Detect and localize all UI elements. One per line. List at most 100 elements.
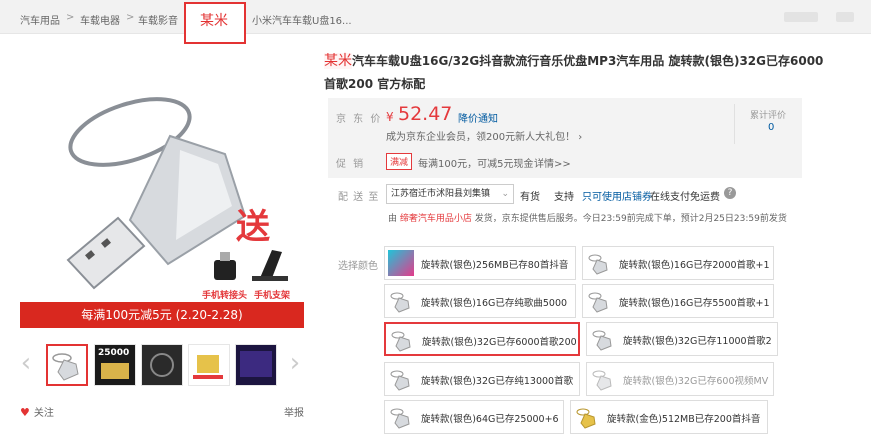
thumb-usb-icon — [52, 353, 79, 381]
promotion-tag: 满减 — [386, 153, 413, 170]
main-product-image[interactable]: 送 手机转接头 手机支架 — [20, 46, 304, 328]
usb-icon — [588, 254, 608, 275]
breadcrumb-brand: 某米 — [200, 13, 228, 29]
promotion-text: 每满100元，可减5元现金 — [418, 159, 534, 170]
seller-info: 由 缔奢汽车用品小店 发货，京东提供售后服务。今日23:59前完成下单，预计2月… — [388, 211, 787, 224]
color-option[interactable]: 旋转款(银色)64G已存25000+6 — [384, 400, 564, 434]
review-label: 累计评价 — [750, 111, 787, 121]
breadcrumb-product-name: 小米汽车车载U盘16... — [252, 16, 352, 27]
usb-icon — [390, 292, 410, 313]
heart-icon: ♥ — [20, 406, 30, 419]
option-text: 旋转款(银色)32G已存600视频MV — [623, 376, 769, 387]
chevron-down-icon: ⌄ — [501, 189, 509, 199]
promo-banner: 每满100元减5元 (2.20-2.28) — [20, 302, 304, 328]
question-icon[interactable]: ? — [724, 187, 736, 199]
color-option[interactable]: 旋转款(银色)16G已存2000首歌+1 — [582, 246, 774, 280]
usb-icon — [390, 370, 410, 391]
phone-stand-base — [252, 276, 288, 281]
store-coupon-link[interactable]: 只可使用店铺券 — [582, 188, 652, 203]
seller-prefix: 由 — [388, 214, 398, 224]
option-text: 旋转款(银色)32G已存纯13000首歌 — [421, 376, 574, 387]
color-option-unavailable[interactable]: 旋转款(银色)32G已存600视频MV — [586, 362, 774, 396]
follow-label: 关注 — [33, 408, 54, 419]
color-option-selected[interactable]: 旋转款(银色)32G已存6000首歌200 — [384, 322, 580, 356]
accessory-label-stand: 手机支架 — [254, 289, 290, 301]
breadcrumb: 汽车用品 > 车载电器 > 车载影音 > 小米汽车车载U盘16... — [0, 0, 871, 34]
breadcrumb-item-car-electronics[interactable]: 车载电器 — [80, 12, 120, 27]
price-panel: 京 东 价 ¥ 52.47 降价通知 成为京东企业会员，领200元新人大礼包！ … — [328, 98, 802, 178]
option-text: 旋转款(银色)32G已存11000首歌2 — [623, 336, 772, 347]
price-currency: ¥ — [386, 110, 394, 124]
seller-text: 发货，京东提供售后服务。今日23:59前完成下单，预计2月25日23:59前发货 — [474, 214, 787, 224]
option-text: 旋转款(银色)16G已存5500首歌+1 — [619, 298, 770, 309]
usb-icon — [588, 292, 608, 313]
color-option[interactable]: 旋转款(银色)32G已存纯13000首歌 — [384, 362, 580, 396]
stock-status: 有货 — [520, 192, 540, 203]
shipping-row: 配 送 至 江苏宿迁市沭阳县刘集镇 ⌄ 有货 支持 只可使用店铺券 在线支付免运… — [336, 184, 806, 207]
breadcrumb-item-car-supplies[interactable]: 汽车用品 — [20, 12, 60, 27]
thumb-label: 25000 — [98, 348, 130, 358]
usb-icon — [592, 330, 612, 351]
color-option[interactable]: 旋转款(银色)256MB已存80首抖音 — [384, 246, 576, 280]
breadcrumb-separator: > — [126, 12, 135, 23]
option-text: 旋转款(银色)64G已存25000+6 — [421, 414, 559, 425]
seller-store-link[interactable]: 缔奢汽车用品小店 — [400, 214, 472, 224]
price-label: 京 东 价 — [336, 114, 383, 125]
color-option-label: 选择颜色 — [338, 261, 378, 272]
promotion-label: 促 销 — [336, 159, 366, 170]
divider — [734, 104, 735, 144]
enterprise-member-promo[interactable]: 成为京东企业会员，领200元新人大礼包！ › — [386, 128, 582, 143]
review-count[interactable]: 0 — [768, 122, 774, 133]
gallery-next-arrow[interactable]: › — [287, 348, 303, 380]
product-title: 某米汽车车载U盘16G/32G抖音款流行音乐优盘MP3汽车用品 旋转款(银色)3… — [324, 50, 824, 96]
phone-stand-icon — [260, 250, 282, 278]
usb-drive-illustration: 送 手机转接头 手机支架 — [66, 97, 290, 301]
color-option[interactable]: 旋转款(银色)32G已存11000首歌2 — [586, 322, 778, 356]
option-text: 旋转款(银色)256MB已存80首抖音 — [421, 260, 569, 271]
thumb-gold-usb — [197, 355, 219, 373]
product-title-text: 汽车车载U盘16G/32G抖音款流行音乐优盘MP3汽车用品 旋转款(银色)32G… — [324, 54, 824, 91]
gallery-thumb-4[interactable] — [188, 344, 230, 386]
product-title-brand: 某米 — [324, 53, 352, 69]
option-text: 旋转款(银色)32G已存6000首歌200 — [422, 337, 577, 348]
thumb-red-strip — [193, 375, 223, 379]
address-selector[interactable]: 江苏宿迁市沭阳县刘集镇 ⌄ — [386, 184, 514, 204]
free-shipping-text: 在线支付免运费 — [650, 192, 720, 203]
breadcrumb-item-car-audio[interactable]: 车载影音 — [138, 12, 178, 27]
color-option[interactable]: 旋转款(银色)16G已存纯歌曲5000 — [384, 284, 576, 318]
promotion-detail-link[interactable]: 详情>> — [534, 155, 571, 170]
color-option[interactable]: 旋转款(银色)16G已存5500首歌+1 — [582, 284, 774, 318]
price-value: 52.47 — [398, 103, 453, 125]
price-drop-notice-link[interactable]: 降价通知 — [458, 110, 498, 125]
report-link[interactable]: 举报 — [284, 404, 304, 419]
color-option[interactable]: 旋转款(金色)512MB已存200首抖音 — [570, 400, 768, 434]
gallery-thumb-1[interactable] — [46, 344, 88, 386]
gift-send-text: 送 — [236, 207, 270, 247]
option-text: 旋转款(金色)512MB已存200首抖音 — [607, 414, 761, 425]
usb-icon — [390, 408, 410, 429]
usb-icon — [592, 370, 612, 391]
support-label: 支持 — [554, 192, 574, 203]
blurred-text — [784, 12, 818, 22]
breadcrumb-separator: > — [66, 12, 75, 23]
follow-button[interactable]: ♥ 关注 — [20, 404, 54, 419]
blurred-text — [836, 12, 854, 22]
gallery-thumb-5[interactable] — [235, 344, 277, 386]
otg-adapter-plug — [220, 252, 230, 261]
option-text: 旋转款(银色)16G已存2000首歌+1 — [619, 260, 770, 271]
option-text: 旋转款(银色)16G已存纯歌曲5000 — [421, 298, 568, 309]
gallery-thumb-2[interactable]: 25000 — [94, 344, 136, 386]
shipping-label: 配 送 至 — [338, 192, 380, 203]
otg-adapter-icon — [214, 260, 236, 280]
member-text: 成为京东企业会员，领200元新人大礼包！ — [386, 132, 576, 143]
address-text: 江苏宿迁市沭阳县刘集镇 — [391, 189, 491, 199]
gallery-thumb-3[interactable] — [141, 344, 183, 386]
option-image — [388, 250, 414, 276]
gallery-prev-arrow[interactable]: ‹ — [18, 348, 34, 380]
breadcrumb-brand-highlight[interactable]: 某米 — [184, 2, 246, 44]
thumb-concert-image — [240, 351, 272, 377]
accessory-label-adapter: 手机转接头 — [202, 289, 247, 301]
thumb-keyring — [150, 353, 174, 377]
thumb-gold-usb — [101, 363, 129, 379]
usb-connector — [66, 216, 146, 290]
